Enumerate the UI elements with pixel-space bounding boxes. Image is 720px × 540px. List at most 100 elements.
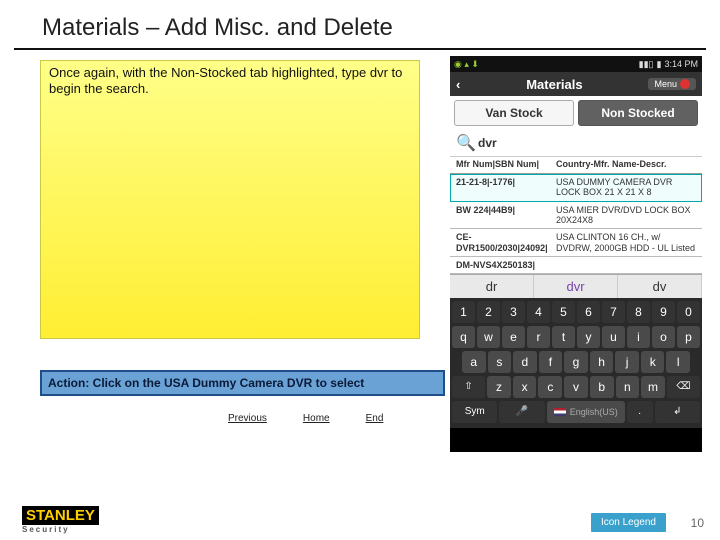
icon-legend-button[interactable]: Icon Legend <box>591 513 666 532</box>
row-num: BW 224|44B9| <box>456 205 556 226</box>
key[interactable]: 3 <box>502 301 525 323</box>
status-icons-left: ◉ ▴ ⬇ <box>454 59 479 70</box>
key[interactable]: c <box>538 376 562 398</box>
key-row-4: Sym 🎤 English(US) . ↲ <box>452 401 700 423</box>
key[interactable]: q <box>452 326 475 348</box>
key[interactable]: b <box>590 376 614 398</box>
key-mic[interactable]: 🎤 <box>499 401 544 423</box>
key[interactable]: 2 <box>477 301 500 323</box>
key[interactable]: z <box>487 376 511 398</box>
slide-nav: Previous Home End <box>228 413 383 424</box>
key-backspace[interactable]: ⌫ <box>667 376 700 398</box>
key-row-3: ⇧ zxcvbnm ⌫ <box>452 376 700 398</box>
key[interactable]: j <box>615 351 639 373</box>
search-input[interactable] <box>476 135 696 151</box>
list-header-left: Mfr Num|SBN Num| <box>456 159 556 169</box>
key[interactable]: 9 <box>652 301 675 323</box>
key[interactable]: d <box>513 351 537 373</box>
instruction-text: Once again, with the Non-Stocked tab hig… <box>49 65 411 98</box>
menu-button[interactable]: Menu <box>648 78 696 90</box>
key-sym[interactable]: Sym <box>452 401 497 423</box>
action-callout: Action: Click on the USA Dummy Camera DV… <box>40 370 445 396</box>
key[interactable]: r <box>527 326 550 348</box>
table-row[interactable]: BW 224|44B9| USA MIER DVR/DVD LOCK BOX 2… <box>450 202 702 230</box>
key[interactable]: 4 <box>527 301 550 323</box>
row-num: 21-21-8|-1776| <box>456 177 556 198</box>
key[interactable]: v <box>564 376 588 398</box>
back-icon[interactable]: ‹ <box>456 77 460 92</box>
key[interactable]: n <box>616 376 640 398</box>
key[interactable]: i <box>627 326 650 348</box>
key[interactable]: a <box>462 351 486 373</box>
key-row-2: asdfghjkl <box>452 351 700 373</box>
key[interactable]: s <box>488 351 512 373</box>
content-area: Once again, with the Non-Stocked tab hig… <box>0 50 720 460</box>
status-time: 3:14 PM <box>664 59 698 69</box>
phone-mock: ◉ ▴ ⬇ ▮▮▯▮3:14 PM ‹ Materials Menu Van S… <box>450 56 702 452</box>
search-bar: 🔍 <box>450 130 702 157</box>
key[interactable]: g <box>564 351 588 373</box>
nav-previous[interactable]: Previous <box>228 413 267 424</box>
brand-name: STANLEY <box>22 506 99 525</box>
nav-end[interactable]: End <box>366 413 384 424</box>
key[interactable]: u <box>602 326 625 348</box>
row-desc: USA CLINTON 16 CH., w/ DVDRW, 2000GB HDD… <box>556 232 696 253</box>
key[interactable]: t <box>552 326 575 348</box>
suggestion[interactable]: dvr <box>534 275 618 298</box>
key[interactable]: 0 <box>677 301 700 323</box>
key[interactable]: o <box>652 326 675 348</box>
menu-label: Menu <box>654 79 677 89</box>
list-header-right: Country-Mfr. Name-Descr. <box>556 159 696 169</box>
nav-home[interactable]: Home <box>303 413 330 424</box>
flag-icon <box>554 408 566 416</box>
tab-non-stocked[interactable]: Non Stocked <box>578 100 698 126</box>
key-row-1: qwertyuiop <box>452 326 700 348</box>
key[interactable]: w <box>477 326 500 348</box>
row-num: DM-NVS4X250183| <box>456 260 556 270</box>
suggestion[interactable]: dr <box>450 275 534 298</box>
row-num: CE-DVR1500/2030|24092| <box>456 232 556 253</box>
materials-tabs: Van Stock Non Stocked <box>450 96 702 130</box>
key[interactable]: x <box>513 376 537 398</box>
brand-logo: STANLEY Security <box>22 507 99 534</box>
key[interactable]: 7 <box>602 301 625 323</box>
page-number: 10 <box>691 516 704 530</box>
row-desc: USA DUMMY CAMERA DVR LOCK BOX 21 X 21 X … <box>556 177 696 198</box>
table-row[interactable]: DM-NVS4X250183| <box>450 257 702 274</box>
status-bar: ◉ ▴ ⬇ ▮▮▯▮3:14 PM <box>450 56 702 72</box>
key[interactable]: e <box>502 326 525 348</box>
key[interactable]: f <box>539 351 563 373</box>
signal-icon: ▮▮▯ <box>639 59 654 69</box>
list-header: Mfr Num|SBN Num| Country-Mfr. Name-Descr… <box>450 157 702 174</box>
tab-van-stock[interactable]: Van Stock <box>454 100 574 126</box>
page-title: Materials – Add Misc. and Delete <box>14 0 706 50</box>
battery-icon: ▮ <box>657 59 662 69</box>
key[interactable]: m <box>641 376 665 398</box>
suggestion[interactable]: dv <box>618 275 702 298</box>
on-screen-keyboard: 1234567890 qwertyuiop asdfghjkl ⇧ zxcvbn… <box>450 298 702 428</box>
key-shift[interactable]: ⇧ <box>452 376 485 398</box>
app-titlebar: ‹ Materials Menu <box>450 72 702 96</box>
brand-sub: Security <box>22 525 99 534</box>
key[interactable]: y <box>577 326 600 348</box>
key-period[interactable]: . <box>627 401 653 423</box>
key[interactable]: h <box>590 351 614 373</box>
key[interactable]: 5 <box>552 301 575 323</box>
key[interactable]: 6 <box>577 301 600 323</box>
key[interactable]: p <box>677 326 700 348</box>
key[interactable]: 1 <box>452 301 475 323</box>
key[interactable]: l <box>666 351 690 373</box>
key-row-nums: 1234567890 <box>452 301 700 323</box>
table-row[interactable]: 21-21-8|-1776| USA DUMMY CAMERA DVR LOCK… <box>450 174 702 202</box>
keyboard-suggestions: dr dvr dv <box>450 274 702 298</box>
key-space[interactable]: English(US) <box>547 401 625 423</box>
row-desc: USA MIER DVR/DVD LOCK BOX 20X24X8 <box>556 205 696 226</box>
key-enter[interactable]: ↲ <box>655 401 700 423</box>
space-label: English(US) <box>570 401 618 423</box>
app-title: Materials <box>526 77 582 92</box>
key[interactable]: k <box>641 351 665 373</box>
close-icon[interactable] <box>680 79 690 89</box>
search-icon: 🔍 <box>456 133 472 153</box>
table-row[interactable]: CE-DVR1500/2030|24092| USA CLINTON 16 CH… <box>450 229 702 257</box>
key[interactable]: 8 <box>627 301 650 323</box>
